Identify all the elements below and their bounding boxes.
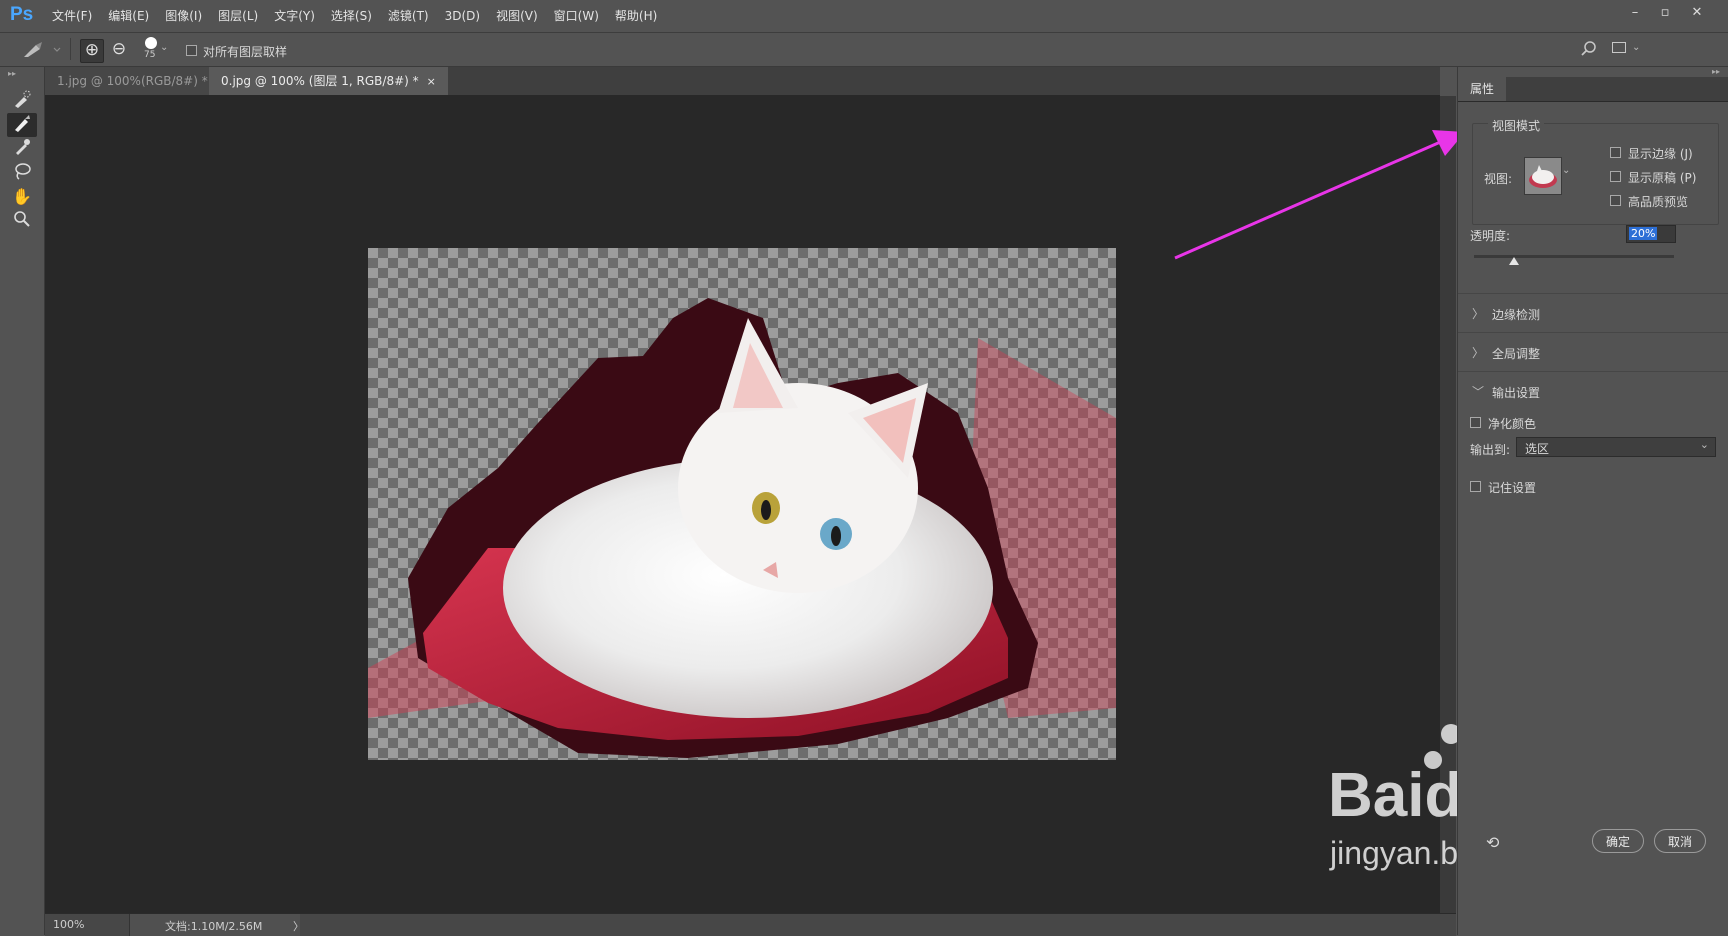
close-tab-icon[interactable]: ×	[427, 75, 436, 88]
tab-label: 1.jpg @ 100%(RGB/8#) *	[57, 74, 208, 88]
section-global-refinements[interactable]: 〉 全局调整	[1458, 332, 1728, 373]
collapse-icon[interactable]: ▸▸	[8, 69, 16, 78]
menu-view[interactable]: 视图(V)	[488, 0, 546, 32]
view-thumbnail[interactable]	[1524, 157, 1562, 195]
panel-collapse-icon[interactable]: ▸▸	[1712, 67, 1720, 76]
workspace-icon[interactable]	[1612, 42, 1626, 53]
main-menu: 文件(F) 编辑(E) 图像(I) 图层(L) 文字(Y) 选择(S) 滤镜(T…	[44, 0, 665, 32]
decontaminate-label: 净化颜色	[1488, 417, 1537, 431]
panel-tab-bar: 属性	[1458, 77, 1728, 102]
photoshop-logo: Ps	[10, 4, 34, 25]
properties-panel: ▸▸ 属性 视图模式 视图: ⌄ 显示边缘 (J) 显示原稿 (P) 高品质预览…	[1457, 67, 1728, 935]
menu-select[interactable]: 选择(S)	[323, 0, 380, 32]
annotation-arrow-icon	[1174, 130, 1465, 260]
brush-size-value: 75	[144, 50, 156, 60]
hq-preview-checkbox[interactable]	[1610, 195, 1621, 206]
cancel-button[interactable]: 取消	[1654, 829, 1706, 853]
refine-radius-tool-icon[interactable]	[7, 113, 37, 137]
output-to-label: 输出到:	[1470, 443, 1511, 457]
menu-edit[interactable]: 编辑(E)	[100, 0, 157, 32]
minimize-icon[interactable]: –	[1622, 2, 1648, 24]
watermark-brand-text: Bai	[1328, 761, 1425, 830]
opacity-slider-thumb[interactable]	[1509, 257, 1519, 265]
menu-window[interactable]: 窗口(W)	[546, 0, 607, 32]
status-menu-arrow[interactable]: 〉	[293, 918, 304, 934]
brush-size-icon[interactable]	[145, 37, 157, 49]
options-bar: ⊕ ⊖ 75 ⌄ 对所有图层取样 ⌄	[0, 33, 1728, 67]
remember-settings-label: 记住设置	[1488, 481, 1537, 495]
subtract-from-selection-icon[interactable]: ⊖	[108, 39, 130, 61]
menu-layer[interactable]: 图层(L)	[210, 0, 266, 32]
show-edge-checkbox[interactable]	[1610, 147, 1621, 158]
tab-label: 0.jpg @ 100% (图层 1, RGB/8#) *	[221, 74, 419, 88]
view-label: 视图:	[1484, 172, 1513, 186]
brush-preset-icon[interactable]	[22, 41, 62, 62]
opacity-slider-track[interactable]	[1474, 255, 1674, 258]
output-to-select[interactable]: 选区 ⌄	[1516, 437, 1716, 457]
brush-tool-icon[interactable]	[7, 137, 37, 161]
menu-file[interactable]: 文件(F)	[44, 0, 100, 32]
tools-panel: ▸▸ ✋	[0, 67, 45, 935]
output-to-value: 选区	[1525, 442, 1550, 456]
divider	[70, 38, 71, 60]
section-label: 输出设置	[1492, 386, 1541, 400]
section-output-settings[interactable]: ﹀ 输出设置	[1458, 371, 1728, 412]
sample-all-layers-checkbox[interactable]	[186, 45, 197, 56]
hq-preview-label: 高品质预览	[1628, 195, 1689, 209]
opacity-value: 20%	[1629, 227, 1658, 240]
menu-help[interactable]: 帮助(H)	[607, 0, 665, 32]
status-bar: 100% 文档:1.10M/2.56M 〉	[45, 913, 1456, 936]
document-size: 文档:1.10M/2.56M	[165, 920, 263, 933]
ok-button[interactable]: 确定	[1592, 829, 1644, 853]
quick-selection-tool-icon[interactable]	[7, 89, 37, 113]
sample-all-layers-label: 对所有图层取样	[203, 45, 288, 59]
chevron-right-icon: 〉	[1472, 346, 1485, 360]
decontaminate-checkbox[interactable]	[1470, 417, 1481, 428]
maximize-icon[interactable]: ▫	[1652, 2, 1678, 24]
menu-image[interactable]: 图像(I)	[157, 0, 210, 32]
view-mode-title: 视图模式	[1488, 117, 1545, 134]
hand-tool-icon[interactable]: ✋	[7, 185, 37, 209]
section-label: 边缘检测	[1492, 308, 1541, 322]
show-original-label: 显示原稿 (P)	[1628, 171, 1697, 185]
zoom-tool-icon[interactable]	[7, 209, 37, 233]
menu-3d[interactable]: 3D(D)	[437, 0, 488, 32]
tab-properties[interactable]: 属性	[1458, 77, 1507, 101]
menu-bar: Ps 文件(F) 编辑(E) 图像(I) 图层(L) 文字(Y) 选择(S) 滤…	[0, 0, 1728, 33]
chevron-down-icon: ﹀	[1472, 385, 1485, 399]
tab-document-0[interactable]: 0.jpg @ 100% (图层 1, RGB/8#) * ×	[209, 67, 448, 95]
reset-icon[interactable]: ⟲	[1486, 833, 1499, 852]
chevron-down-icon[interactable]: ⌄	[160, 42, 168, 53]
lasso-tool-icon[interactable]	[7, 161, 37, 185]
show-original-checkbox[interactable]	[1610, 171, 1621, 182]
opacity-input[interactable]: 20%	[1626, 225, 1676, 243]
search-icon[interactable]	[1580, 40, 1598, 61]
section-label: 全局调整	[1492, 347, 1541, 361]
cat-cutout-image	[368, 298, 1116, 758]
add-to-selection-icon[interactable]: ⊕	[80, 39, 104, 63]
menu-type[interactable]: 文字(Y)	[266, 0, 323, 32]
close-window-icon[interactable]: ✕	[1684, 2, 1710, 24]
view-chevron-down-icon[interactable]: ⌄	[1562, 165, 1570, 176]
remember-settings-checkbox[interactable]	[1470, 481, 1481, 492]
chevron-down-icon: ⌄	[1699, 438, 1709, 451]
document-tab-bar: 1.jpg @ 100%(RGB/8#) * × 0.jpg @ 100% (图层…	[45, 67, 1440, 96]
chevron-right-icon: 〉	[1472, 307, 1485, 321]
opacity-label: 透明度:	[1470, 229, 1511, 243]
show-edge-label: 显示边缘 (J)	[1628, 147, 1693, 161]
zoom-level[interactable]: 100%	[53, 918, 84, 931]
menu-filter[interactable]: 滤镜(T)	[380, 0, 437, 32]
section-edge-detection[interactable]: 〉 边缘检测	[1458, 293, 1728, 334]
document-image[interactable]	[368, 248, 1116, 760]
workspace-chevron-icon[interactable]: ⌄	[1632, 42, 1640, 53]
